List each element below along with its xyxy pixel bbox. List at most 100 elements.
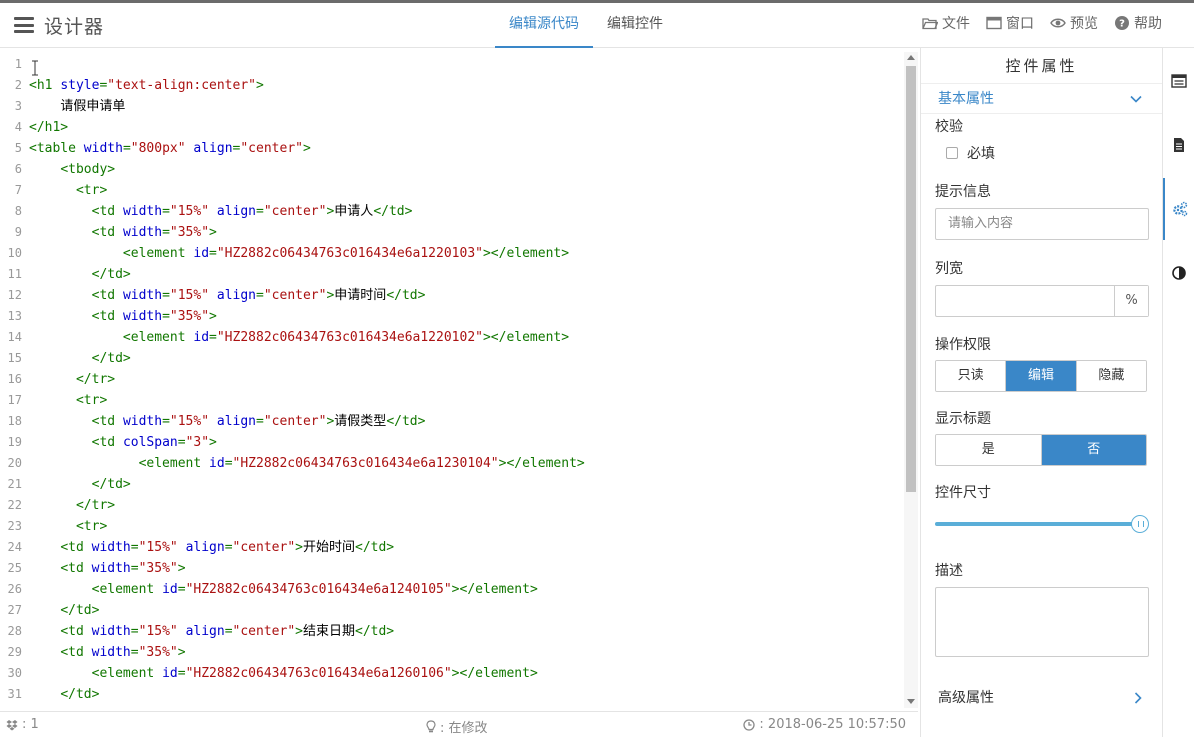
code-line[interactable]: </td> (29, 474, 904, 495)
code-token: ></element> (451, 666, 538, 681)
code-area[interactable]: <h1 style="text-align:center"> 请假申请单 </h1… (29, 54, 904, 705)
line-number: 31 (7, 687, 22, 701)
code-line[interactable]: <td colSpan="3"> (29, 432, 904, 453)
code-line[interactable]: <tr> (29, 390, 904, 411)
scroll-up-arrow-icon[interactable] (907, 55, 915, 60)
line-number: 29 (7, 645, 22, 659)
line-number: 7 (14, 183, 22, 197)
code-line[interactable] (29, 54, 904, 75)
show-title-yes-button[interactable]: 是 (936, 435, 1042, 465)
code-line[interactable]: </td> (29, 684, 904, 705)
code-token: "35%" (138, 561, 178, 576)
code-line[interactable]: </td> (29, 348, 904, 369)
required-checkbox-row[interactable]: 必填 (921, 141, 1162, 165)
code-token: </tr> (75, 498, 116, 513)
rail-settings[interactable] (1163, 178, 1194, 240)
line-number-gutter: 1 2 3 4 5 6 7 8 9 10 11 12 13 14 15 16 17 18 19 20 21 22 23 24 2… (0, 54, 22, 705)
permission-readonly-button[interactable]: 只读 (936, 361, 1007, 391)
preview-button[interactable]: 预览 (1050, 13, 1098, 33)
slider-handle[interactable] (1131, 515, 1149, 533)
code-token: <td (60, 540, 84, 555)
code-line[interactable]: <element id="HZ2882c06434763c016434e6a12… (29, 663, 904, 684)
code-line[interactable]: <h1 style="text-align:center"> (29, 75, 904, 96)
code-line[interactable]: </td> (29, 600, 904, 621)
code-line[interactable]: </tr> (29, 369, 904, 390)
code-token: "center" (263, 288, 327, 303)
code-line[interactable]: <tr> (29, 180, 904, 201)
window-menu-button[interactable]: 窗口 (986, 13, 1034, 33)
code-token: = (209, 246, 217, 261)
code-token: = (177, 582, 186, 597)
tab-edit-source[interactable]: 编辑源代码 (495, 3, 593, 48)
rail-list-panel[interactable] (1163, 50, 1194, 112)
code-line[interactable]: <element id="HZ2882c06434763c016434e6a12… (29, 453, 904, 474)
tab-edit-controls[interactable]: 编辑控件 (593, 3, 677, 48)
code-line[interactable]: </h1> (29, 117, 904, 138)
code-token: > (209, 309, 217, 324)
scroll-down-arrow-icon[interactable] (907, 699, 915, 704)
text-cursor-icon (32, 60, 38, 76)
permission-hidden-button[interactable]: 隐藏 (1076, 361, 1146, 391)
scrollbar-thumb[interactable] (906, 66, 916, 492)
rail-document[interactable] (1163, 114, 1194, 176)
basic-properties-header[interactable]: 基本属性 (921, 84, 1162, 114)
code-editor[interactable]: 1 2 3 4 5 6 7 8 9 10 11 12 13 14 15 16 17 18 19 20 21 22 23 24 2… (0, 52, 918, 708)
status-state: : 在修改 (440, 721, 488, 736)
code-token: width (122, 309, 163, 324)
code-line[interactable]: <td width="35%"> (29, 306, 904, 327)
code-line[interactable]: <table width="800px" align="center"> (29, 138, 904, 159)
advanced-properties-header[interactable]: 高级属性 (921, 683, 1162, 713)
column-width-label: 列宽 (935, 261, 963, 277)
chevron-down-icon (1130, 95, 1142, 103)
column-width-input[interactable]: % (935, 285, 1149, 317)
code-line[interactable]: </tr> (29, 495, 904, 516)
permission-edit-button[interactable]: 编辑 (1006, 361, 1077, 391)
code-line[interactable]: <element id="HZ2882c06434763c016434e6a12… (29, 327, 904, 348)
control-size-slider[interactable] (935, 515, 1149, 533)
code-line[interactable]: </td> (29, 264, 904, 285)
show-title-no-button[interactable]: 否 (1041, 435, 1146, 465)
advanced-properties-label: 高级属性 (938, 690, 994, 706)
code-line[interactable]: <td width="15%" align="center">申请时间</td> (29, 285, 904, 306)
code-token: = (130, 540, 139, 555)
required-checkbox[interactable] (946, 147, 958, 159)
code-line[interactable]: <td width="15%" align="center">开始时间</td> (29, 537, 904, 558)
code-line[interactable]: <element id="HZ2882c06434763c016434e6a12… (29, 243, 904, 264)
code-token: <element (91, 666, 155, 681)
code-token: width (122, 204, 163, 219)
code-line[interactable]: <td width="15%" align="center">结束日期</td> (29, 621, 904, 642)
rail-theme[interactable] (1163, 242, 1194, 304)
status-count: : 1 (22, 717, 39, 732)
hamburger-menu-icon[interactable] (14, 17, 34, 33)
code-line[interactable]: 请假申请单 (29, 96, 904, 117)
code-line[interactable]: <tbody> (29, 159, 904, 180)
column-width-field[interactable] (936, 286, 1114, 316)
code-line[interactable]: <td width="35%"> (29, 642, 904, 663)
code-token: "15%" (169, 204, 210, 219)
code-line[interactable]: <td width="35%"> (29, 222, 904, 243)
line-number: 23 (7, 519, 22, 533)
code-token: = (224, 624, 233, 639)
editor-scrollbar[interactable] (904, 52, 918, 708)
code-line[interactable]: <td width="15%" align="center">请假类型</td> (29, 411, 904, 432)
help-button[interactable]: ? 帮助 (1114, 13, 1162, 33)
code-line[interactable]: <td width="15%" align="center">申请人</td> (29, 201, 904, 222)
code-line[interactable]: <td width="35%"> (29, 558, 904, 579)
control-size-label: 控件尺寸 (935, 485, 991, 501)
code-line[interactable]: <tr> (29, 516, 904, 537)
code-token: = (209, 330, 217, 345)
description-textarea[interactable] (935, 587, 1149, 657)
file-menu-button[interactable]: 文件 (922, 13, 970, 33)
properties-panel: 控件属性 基本属性 校验 必填 提示信息 请输入内容 列宽 % 操作权限 只读 … (920, 48, 1162, 737)
code-token: > (177, 561, 186, 576)
code-line[interactable]: <element id="HZ2882c06434763c016434e6a12… (29, 579, 904, 600)
code-token: "15%" (169, 288, 210, 303)
hint-input[interactable]: 请输入内容 (935, 208, 1149, 240)
